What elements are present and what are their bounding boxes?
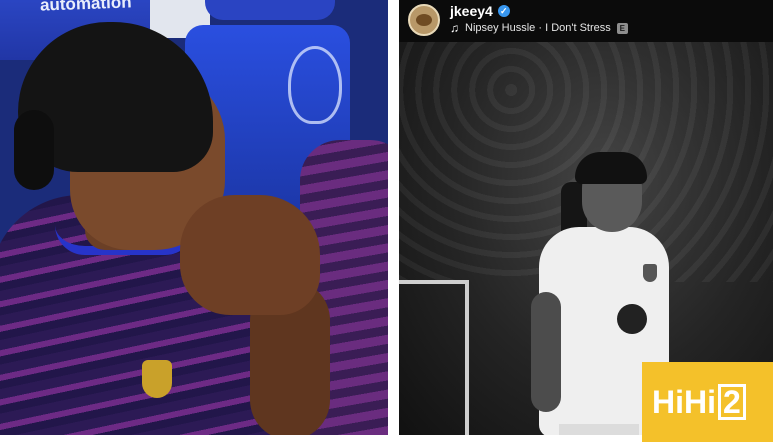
music-attribution[interactable]: ♫ Nipsey Hussle · I Don't Stress E — [450, 21, 628, 35]
left-photo: automation — [0, 0, 388, 435]
song-title: I Don't Stress — [545, 22, 611, 34]
verified-badge-icon: ✓ — [497, 5, 510, 17]
user-avatar[interactable] — [408, 4, 440, 36]
site-watermark: HiHi 2 — [642, 362, 773, 442]
username-row: jkeey4 ✓ — [450, 3, 510, 19]
sponsor-logo — [617, 304, 647, 334]
watermark-number: 2 — [718, 383, 746, 420]
club-crest — [643, 264, 657, 282]
username-link[interactable]: jkeey4 — [450, 3, 493, 19]
watermark-text: HiHi 2 — [652, 383, 746, 421]
music-note-icon: ♫ — [450, 21, 459, 35]
post-header: jkeey4 ✓ ♫ Nipsey Hussle · I Don't Stres… — [399, 0, 773, 42]
avatar-image — [416, 14, 432, 26]
watermark-prefix: HiHi — [652, 383, 716, 420]
goal-post — [399, 280, 469, 435]
player-headband — [575, 152, 647, 184]
club-crest — [142, 360, 172, 398]
explicit-badge: E — [616, 22, 628, 34]
headscarf-tail — [14, 110, 54, 190]
player-hands — [180, 195, 320, 315]
song-separator: · — [535, 22, 546, 34]
song-artist: Nipsey Hussle — [465, 22, 536, 34]
player-shorts — [559, 424, 639, 435]
song-info: Nipsey Hussle · I Don't Stress — [465, 22, 611, 34]
player-arm — [531, 292, 561, 412]
stadium-seat — [205, 0, 335, 20]
seat-emblem — [288, 46, 342, 124]
